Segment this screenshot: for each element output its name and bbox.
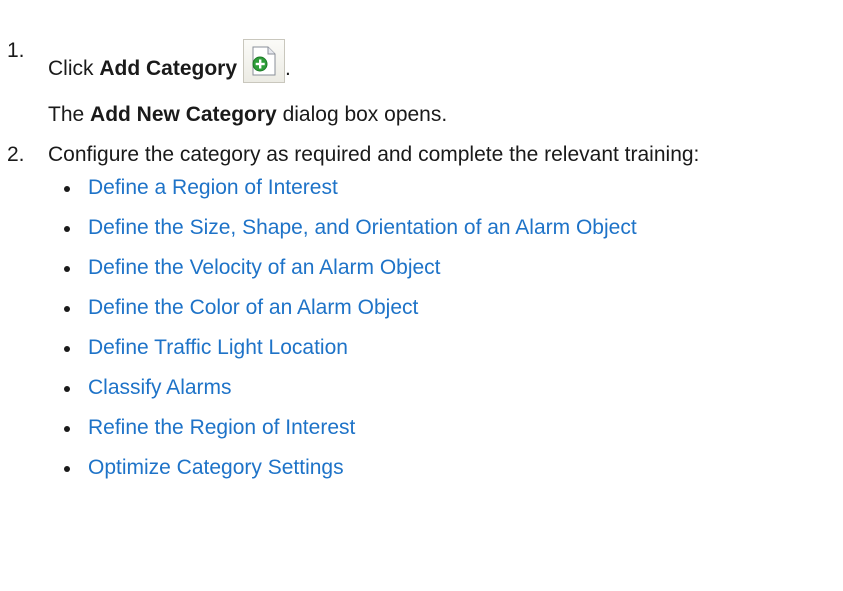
step-1-result-suffix: dialog box opens. xyxy=(276,103,448,126)
step-2-text: Configure the category as required and c… xyxy=(48,143,700,166)
step-1-prefix: Click xyxy=(48,57,100,80)
step-1-number: 1. xyxy=(7,39,25,62)
step-1-result-prefix: The xyxy=(48,103,91,126)
training-links-list: Define a Region of Interest Define the S… xyxy=(64,176,637,496)
link-define-traffic-light-location[interactable]: Define Traffic Light Location xyxy=(88,336,348,359)
list-item: Define a Region of Interest xyxy=(64,176,637,216)
link-define-size-shape-orientation[interactable]: Define the Size, Shape, and Orientation … xyxy=(88,216,637,239)
add-category-button[interactable] xyxy=(243,39,286,83)
add-category-icon xyxy=(252,46,276,76)
step-1-result: The Add New Category dialog box opens. xyxy=(48,103,447,127)
bullet-icon xyxy=(64,226,70,232)
link-define-region-of-interest[interactable]: Define a Region of Interest xyxy=(88,176,338,199)
step-1-bold-label: Add Category xyxy=(99,57,238,80)
link-optimize-category-settings[interactable]: Optimize Category Settings xyxy=(88,456,344,479)
step-1-text: Click Add Category . xyxy=(48,39,291,83)
list-item: Define the Velocity of an Alarm Object xyxy=(64,256,637,296)
link-define-velocity[interactable]: Define the Velocity of an Alarm Object xyxy=(88,256,441,279)
bullet-icon xyxy=(64,386,70,392)
step-1-result-bold: Add New Category xyxy=(90,103,277,126)
bullet-icon xyxy=(64,186,70,192)
link-refine-region-of-interest[interactable]: Refine the Region of Interest xyxy=(88,416,355,439)
bullet-icon xyxy=(64,426,70,432)
bullet-icon xyxy=(64,306,70,312)
bullet-icon xyxy=(64,466,70,472)
link-define-color[interactable]: Define the Color of an Alarm Object xyxy=(88,296,418,319)
list-item: Define Traffic Light Location xyxy=(64,336,637,376)
link-classify-alarms[interactable]: Classify Alarms xyxy=(88,376,232,399)
list-item: Define the Size, Shape, and Orientation … xyxy=(64,216,637,256)
list-item: Refine the Region of Interest xyxy=(64,416,637,456)
list-item: Define the Color of an Alarm Object xyxy=(64,296,637,336)
list-item: Classify Alarms xyxy=(64,376,637,416)
list-item: Optimize Category Settings xyxy=(64,456,637,496)
step-1-suffix: . xyxy=(285,57,291,80)
bullet-icon xyxy=(64,266,70,272)
bullet-icon xyxy=(64,346,70,352)
step-2-number: 2. xyxy=(7,143,25,166)
